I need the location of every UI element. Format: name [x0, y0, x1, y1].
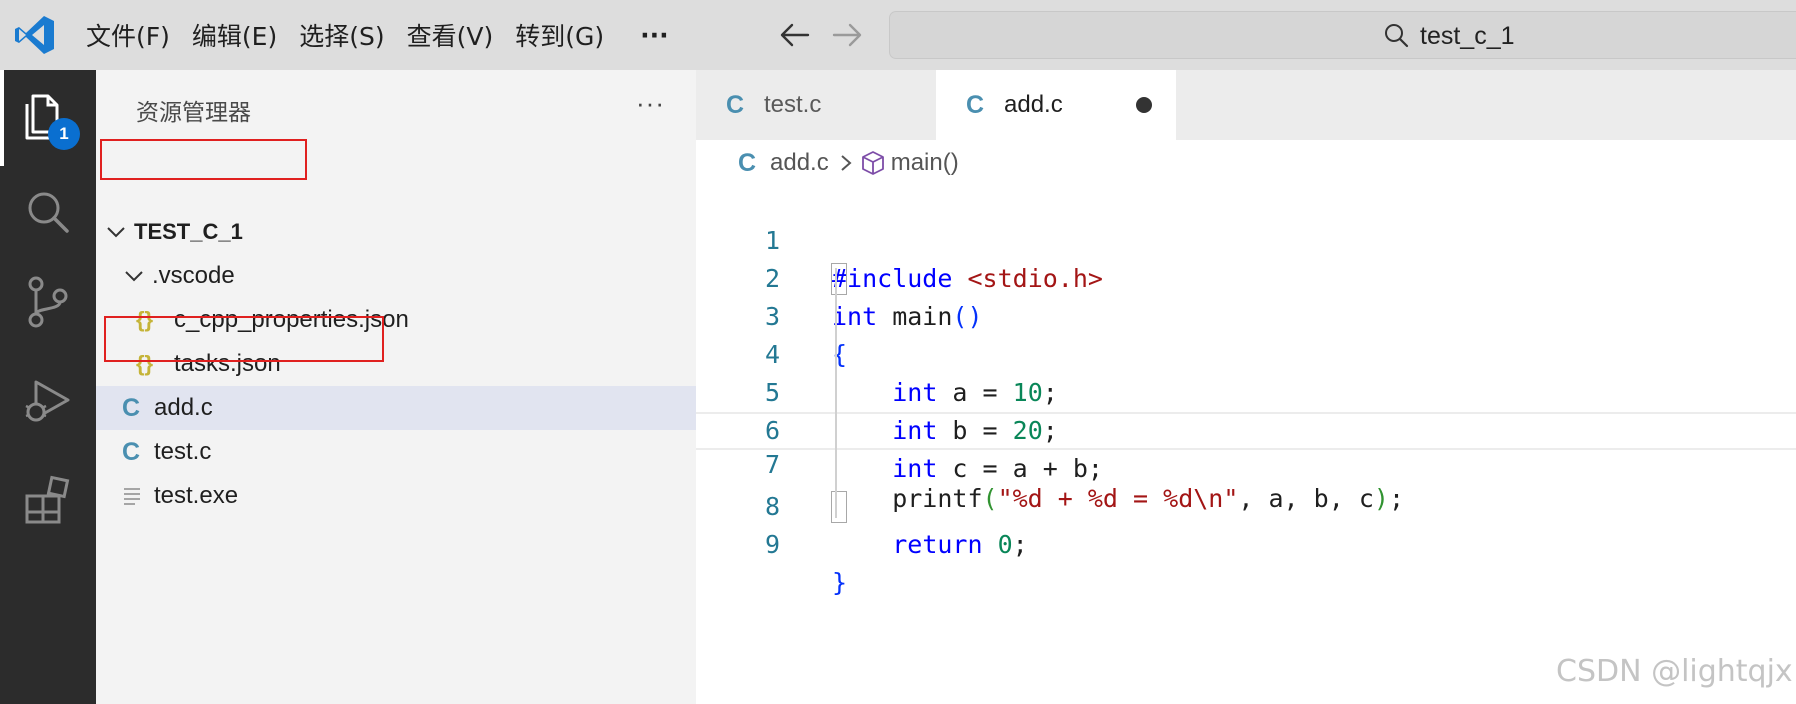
breadcrumb-file[interactable]: add.c — [770, 149, 829, 177]
tree-file-test-exe[interactable]: test.exe — [96, 474, 696, 518]
c-file-icon: C — [122, 393, 141, 422]
search-activity-button[interactable] — [22, 186, 74, 238]
code-line: 4 int a = 10; — [696, 298, 1796, 407]
code-editor[interactable]: 1 #include <stdio.h> 2 int main() 3 { 4 … — [696, 184, 1796, 597]
breadcrumb-symbol[interactable]: main() — [891, 149, 959, 177]
watermark: CSDN @lightqjx — [1556, 654, 1793, 689]
back-arrow-icon[interactable] — [778, 18, 812, 52]
search-text: test_c_1 — [1420, 22, 1515, 50]
extensions-icon — [25, 475, 70, 524]
code-line: 3 { — [696, 260, 1796, 369]
file-label: test.exe — [154, 482, 239, 509]
binary-file-icon — [122, 485, 154, 507]
breadcrumb: C add.c main() — [738, 146, 959, 180]
forward-arrow-icon[interactable] — [830, 18, 864, 52]
tree-folder-vscode[interactable]: .vscode — [96, 254, 696, 298]
explorer-badge: 1 — [48, 118, 80, 150]
code-line: 5 int b = 20; — [696, 336, 1796, 445]
root-folder-label: TEST_C_1 — [134, 219, 243, 244]
explorer-title: 资源管理器 — [136, 100, 251, 126]
active-indicator — [0, 70, 4, 166]
c-file-icon: C — [966, 90, 985, 119]
search-icon — [1385, 24, 1409, 48]
tab-test-c[interactable]: C test.c — [696, 70, 936, 140]
source-control-activity-button[interactable] — [22, 276, 74, 328]
highlight-box-root — [100, 139, 307, 180]
method-cube-icon — [861, 151, 884, 175]
folder-label: .vscode — [152, 262, 235, 289]
tree-file-add-c[interactable]: C add.c — [96, 386, 696, 430]
tab-label: add.c — [1004, 91, 1063, 118]
bracket-match-close — [831, 491, 847, 523]
unsaved-dot-icon[interactable] — [1136, 97, 1152, 113]
vscode-logo-icon[interactable] — [14, 14, 56, 56]
run-debug-activity-button[interactable] — [22, 376, 74, 428]
code-text: } — [832, 568, 848, 597]
c-file-icon: C — [122, 437, 141, 466]
code-text: return 0; — [892, 530, 1028, 559]
menu-edit[interactable]: 编辑(E) — [186, 17, 283, 53]
tab-add-c[interactable]: C add.c — [936, 70, 1176, 140]
c-file-icon: C — [726, 90, 745, 119]
menu-view[interactable]: 查看(V) — [401, 17, 500, 53]
editor-tabs: C test.c C add.c — [696, 70, 1796, 140]
file-label: test.c — [154, 438, 212, 465]
menu-bar: 文件(F) 编辑(E) 选择(S) 查看(V) 转到(G) ··· — [80, 0, 675, 70]
code-line: 6 int c = a + b; — [696, 374, 1796, 483]
extensions-activity-button[interactable] — [22, 474, 74, 526]
activity-bar: 1 — [0, 70, 96, 704]
menu-selection[interactable]: 选择(S) — [293, 17, 390, 53]
search-icon — [28, 192, 69, 233]
code-line: 9 } — [696, 488, 1796, 597]
bracket-match-open — [831, 263, 847, 295]
line-number: 9 — [764, 530, 780, 559]
indent-guide — [835, 268, 837, 518]
chevron-down-icon — [107, 227, 125, 238]
chevron-down-icon — [125, 271, 143, 282]
menu-go[interactable]: 转到(G) — [509, 17, 610, 53]
explorer-activity-button[interactable]: 1 — [22, 92, 80, 150]
code-line: 1 #include <stdio.h> — [696, 184, 1796, 293]
chevron-right-icon — [841, 155, 852, 171]
run-debug-icon — [25, 380, 70, 422]
menu-more-button[interactable]: ··· — [634, 21, 675, 50]
command-center-search[interactable]: test_c_1 — [889, 11, 1796, 59]
title-bar: 文件(F) 编辑(E) 选择(S) 查看(V) 转到(G) ··· test_c… — [0, 0, 1796, 70]
code-line-current: 7 printf("%d + %d = %d\n", a, b, c); — [696, 412, 1796, 513]
source-control-icon — [28, 276, 68, 328]
highlight-box-add-c — [104, 316, 384, 362]
tree-root-folder[interactable]: TEST_C_1 — [96, 210, 696, 254]
file-label: add.c — [154, 394, 213, 421]
tab-label: test.c — [764, 91, 822, 118]
code-line: 2 int main() — [696, 222, 1796, 331]
code-line: 8 return 0; — [696, 450, 1796, 559]
c-file-icon: C — [738, 148, 757, 177]
menu-file[interactable]: 文件(F) — [80, 17, 176, 53]
tree-file-test-c[interactable]: C test.c — [96, 430, 696, 474]
explorer-more-button[interactable]: ··· — [636, 88, 665, 119]
